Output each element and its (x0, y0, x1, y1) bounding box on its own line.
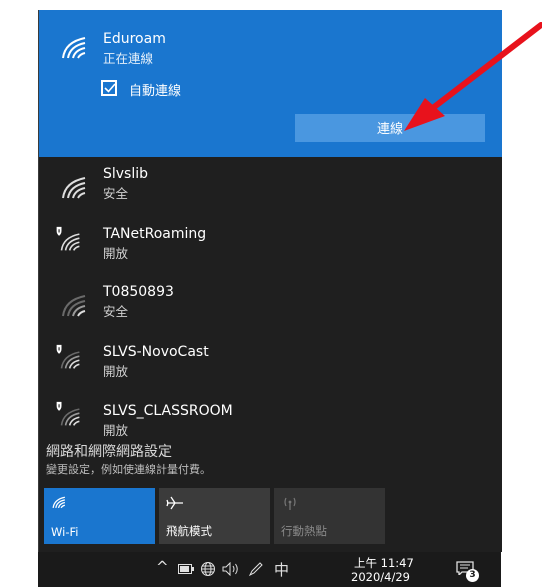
annotation-arrow (404, 22, 542, 131)
ime-indicator[interactable]: 中 (274, 559, 289, 580)
auto-connect-label: 自動連線 (129, 84, 182, 99)
airplane-icon (166, 496, 183, 510)
checkbox-box[interactable] (101, 80, 117, 96)
pen-icon[interactable] (248, 561, 264, 577)
network-status: 開放 (103, 364, 129, 379)
network-name: TANetRoaming (103, 226, 207, 242)
network-settings-link[interactable]: 網路和網際網路設定 (46, 441, 172, 461)
network-globe-icon[interactable] (200, 561, 216, 577)
notification-count-badge: 3 (466, 569, 479, 582)
network-status: 安全 (103, 304, 129, 319)
airplane-mode-tile[interactable]: 飛航模式 (159, 488, 270, 544)
wifi-icon (62, 177, 86, 199)
clock-time[interactable]: 上午 11:47 (354, 555, 414, 571)
open-wifi-shield-icon (56, 344, 80, 369)
network-item-slvslib[interactable]: Slvslib 安全 (39, 162, 502, 218)
network-status: 開放 (103, 246, 129, 261)
network-status: 正在連線 (103, 51, 154, 66)
tile-label: 飛航模式 (166, 524, 212, 538)
wifi-toggle-tile[interactable]: Wi-Fi (44, 488, 155, 544)
network-settings-description: 變更設定，例如使連線計量付費。 (46, 463, 211, 476)
network-name: T0850893 (103, 284, 174, 300)
network-item-slvs-classroom[interactable]: SLVS_CLASSROOM 開放 (39, 395, 502, 439)
network-item-t0850893[interactable]: T0850893 安全 (39, 280, 502, 336)
network-name: SLVS-NovoCast (103, 344, 209, 360)
network-item-slvs-novocast[interactable]: SLVS-NovoCast 開放 (39, 338, 502, 394)
network-name: SLVS_CLASSROOM (103, 403, 233, 419)
wifi-icon (52, 496, 66, 509)
network-item-tanetroaming[interactable]: TANetRoaming 開放 (39, 220, 502, 276)
tile-label: Wi-Fi (51, 525, 79, 539)
clock-date[interactable]: 2020/4/29 (351, 570, 410, 584)
open-wifi-shield-icon (56, 401, 80, 426)
hotspot-icon (284, 497, 296, 510)
network-name: Slvslib (103, 166, 149, 182)
taskbar: ^ 中 上午 11:47 2020/4/29 3 (38, 552, 501, 587)
tile-label: 行動熱點 (281, 524, 327, 538)
mobile-hotspot-tile: 行動熱點 (274, 488, 385, 544)
chevron-up-icon[interactable]: ^ (156, 558, 169, 576)
wifi-icon (62, 295, 86, 317)
battery-icon[interactable] (178, 564, 194, 574)
wifi-icon (62, 37, 86, 59)
volume-icon[interactable] (222, 562, 240, 576)
network-name: Eduroam (103, 31, 166, 47)
open-wifi-shield-icon (56, 226, 80, 251)
checkmark-icon (104, 83, 116, 93)
network-status: 安全 (103, 186, 129, 201)
network-status: 開放 (103, 423, 129, 438)
